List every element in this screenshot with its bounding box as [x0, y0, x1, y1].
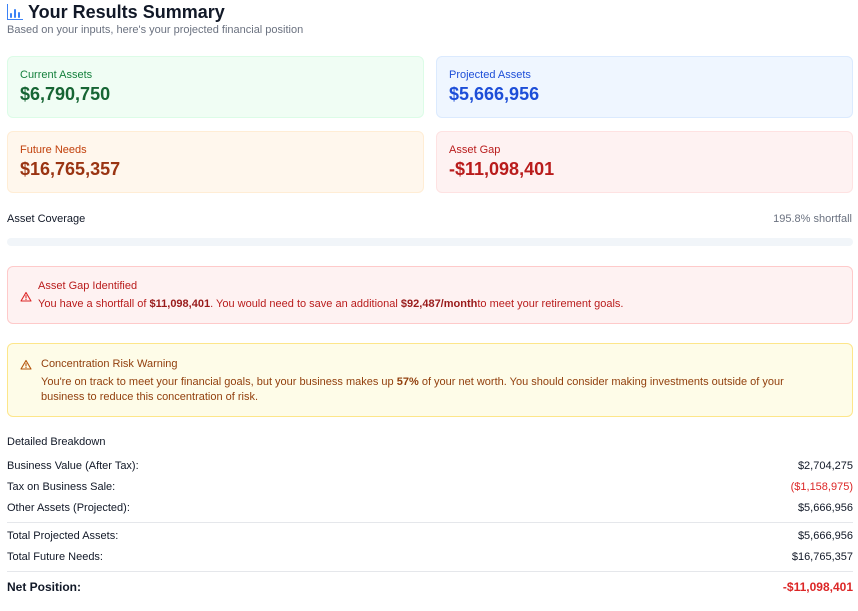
- row-value: ($1,158,975): [790, 481, 853, 493]
- asset-gap-card: Asset Gap -$11,098,401: [436, 131, 853, 193]
- row-label: Other Assets (Projected):: [7, 502, 130, 514]
- breakdown-title: Detailed Breakdown: [7, 436, 106, 448]
- warning-triangle-icon: [20, 291, 32, 302]
- breakdown-row-tax: Tax on Business Sale: ($1,158,975): [7, 481, 853, 493]
- net-position-row: Net Position: -$11,098,401: [7, 580, 853, 594]
- row-label: Tax on Business Sale:: [7, 481, 116, 493]
- concentration-text-pre: You're on track to meet your financial g…: [41, 376, 397, 388]
- projected-assets-card: Projected Assets $5,666,956: [436, 56, 853, 118]
- current-assets-label: Current Assets: [20, 69, 93, 81]
- projected-assets-value: $5,666,956: [449, 84, 540, 104]
- asset-gap-alert-title: Asset Gap Identified: [38, 280, 138, 292]
- row-label: Total Future Needs:: [7, 551, 103, 563]
- title-row: Your Results Summary: [7, 0, 303, 24]
- gap-shortfall-amount: $11,098,401: [149, 298, 211, 310]
- asset-gap-value: -$11,098,401: [449, 159, 555, 179]
- net-position-label: Net Position:: [7, 580, 81, 594]
- net-position-value: -$11,098,401: [782, 580, 853, 594]
- asset-coverage-value: 195.8% shortfall: [773, 213, 852, 225]
- future-needs-label: Future Needs: [20, 144, 87, 156]
- asset-coverage-label: Asset Coverage: [7, 213, 86, 225]
- breakdown-row-total-needs: Total Future Needs: $16,765,357: [7, 551, 853, 563]
- asset-gap-label: Asset Gap: [449, 144, 501, 156]
- concentration-alert-body: You're on track to meet your financial g…: [41, 375, 821, 405]
- gap-monthly-savings: $92,487/month: [400, 298, 478, 310]
- current-assets-value: $6,790,750: [20, 84, 111, 104]
- results-header: Your Results Summary Based on your input…: [7, 0, 303, 36]
- row-label: Business Value (After Tax):: [7, 460, 139, 472]
- row-value: $16,765,357: [791, 551, 853, 563]
- gap-text-mid: . You would need to save an additional: [210, 298, 401, 310]
- breakdown-divider: [7, 522, 853, 523]
- row-value: $2,704,275: [797, 460, 853, 472]
- bar-chart-icon: [7, 4, 23, 20]
- projected-assets-label: Projected Assets: [449, 69, 531, 81]
- future-needs-card: Future Needs $16,765,357: [7, 131, 424, 193]
- concentration-alert-title: Concentration Risk Warning: [41, 358, 178, 370]
- concentration-percent: 57%: [396, 376, 419, 388]
- future-needs-value: $16,765,357: [20, 159, 121, 179]
- row-value: $5,666,956: [797, 502, 853, 514]
- page-title: Your Results Summary: [28, 1, 225, 22]
- row-label: Total Projected Assets:: [7, 530, 119, 542]
- breakdown-row-other-assets: Other Assets (Projected): $5,666,956: [7, 502, 853, 514]
- asset-coverage-progress: [7, 238, 853, 246]
- asset-gap-alert: Asset Gap Identified You have a shortfal…: [7, 266, 853, 324]
- row-value: $5,666,956: [797, 530, 853, 542]
- current-assets-card: Current Assets $6,790,750: [7, 56, 424, 118]
- gap-text-pre: You have a shortfall of: [38, 298, 150, 310]
- concentration-risk-alert: Concentration Risk Warning You're on tra…: [7, 343, 853, 417]
- asset-gap-alert-body: You have a shortfall of $11,098,401. You…: [38, 297, 623, 312]
- breakdown-row-business-value: Business Value (After Tax): $2,704,275: [7, 460, 853, 472]
- breakdown-row-total-projected: Total Projected Assets: $5,666,956: [7, 530, 853, 542]
- breakdown-divider: [7, 571, 853, 572]
- warning-triangle-icon: [20, 359, 32, 370]
- page-subtitle: Based on your inputs, here's your projec…: [7, 24, 304, 36]
- gap-text-post: to meet your retirement goals.: [477, 298, 624, 310]
